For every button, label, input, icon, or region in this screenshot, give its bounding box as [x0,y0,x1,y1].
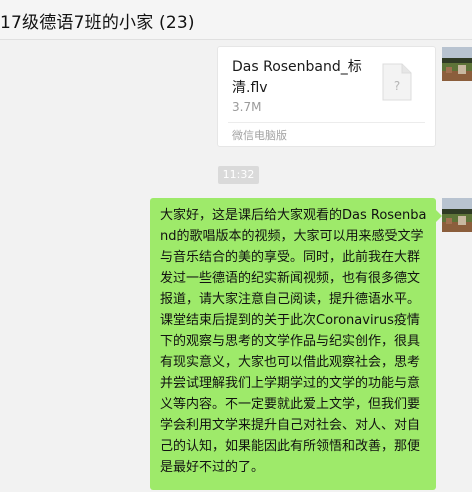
sender-avatar[interactable] [442,47,472,81]
file-name: Das Rosenband_标清.flv [232,59,362,96]
chat-title: 17级德语7班的小家 (23) [0,13,195,33]
chat-header: 17级德语7班的小家 (23) [0,0,472,40]
file-message-card[interactable]: Das Rosenband_标清.flv 3.7M ? 微信电脑版 [217,46,436,147]
text-message-bubble[interactable]: 大家好，这是课后给大家观看的Das Rosenband的歌唱版本的视频，大家可以… [150,198,442,490]
message-text: 大家好，这是课后给大家观看的Das Rosenband的歌唱版本的视频，大家可以… [160,208,427,475]
message-timestamp: 11:32 [218,166,259,184]
sender-avatar[interactable] [442,198,472,232]
file-source-label: 微信电脑版 [232,129,287,142]
svg-text:?: ? [394,79,400,93]
file-card-divider [228,122,425,123]
file-unknown-icon: ? [382,63,412,101]
file-size: 3.7M [232,100,262,114]
